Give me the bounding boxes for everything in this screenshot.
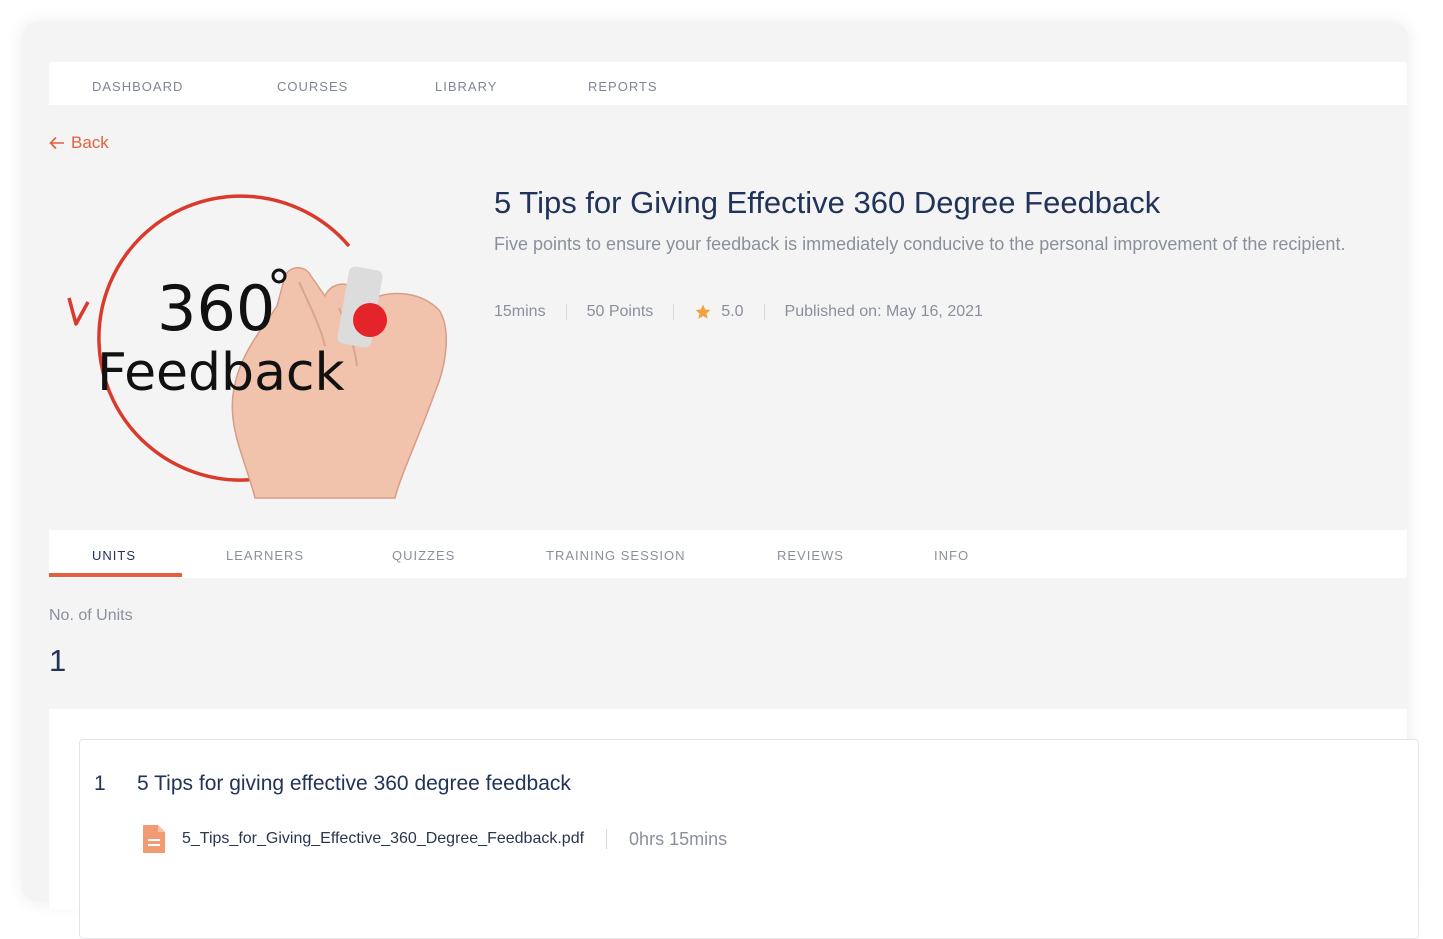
thumbnail-word: Feedback	[97, 343, 345, 403]
tab-training-session[interactable]: TRAINING SESSION	[546, 548, 686, 563]
course-description: Five points to ensure your feedback is i…	[494, 234, 1346, 254]
unit-file-row: 5_Tips_for_Giving_Effective_360_Degree_F…	[142, 824, 727, 854]
file-divider	[606, 829, 608, 849]
active-tab-indicator	[49, 573, 182, 577]
meta-divider	[565, 304, 567, 320]
meta-divider	[673, 304, 675, 320]
thumbnail-number: 360	[157, 272, 275, 345]
star-icon	[695, 304, 711, 319]
tab-info[interactable]: INFO	[934, 548, 969, 563]
nav-courses[interactable]: COURSES	[277, 79, 348, 94]
top-nav: DASHBOARD COURSES LIBRARY REPORTS	[49, 62, 1407, 105]
tab-units[interactable]: UNITS	[92, 548, 136, 563]
nav-reports[interactable]: REPORTS	[588, 79, 658, 94]
tab-learners[interactable]: LEARNERS	[226, 548, 304, 563]
course-rating: 5.0	[721, 303, 744, 320]
course-points: 50 Points	[586, 303, 654, 320]
unit-file-name[interactable]: 5_Tips_for_Giving_Effective_360_Degree_F…	[182, 830, 584, 848]
course-title: 5 Tips for Giving Effective 360 Degree F…	[494, 185, 1161, 220]
course-tabs: UNITS LEARNERS QUIZZES TRAINING SESSION …	[49, 530, 1407, 578]
pdf-file-icon	[143, 825, 165, 853]
course-thumbnail: 360 Feedback	[67, 194, 447, 499]
course-duration: 15mins	[494, 303, 546, 320]
back-label: Back	[71, 133, 109, 152]
back-link[interactable]: Back	[49, 133, 109, 153]
course-published: Published on: May 16, 2021	[784, 303, 983, 320]
course-meta: 15mins 50 Points 5.0 Published on: May 1…	[494, 303, 983, 321]
meta-divider	[763, 304, 765, 320]
unit-duration: 0hrs 15mins	[629, 828, 728, 849]
units-count-label: No. of Units	[49, 607, 133, 624]
back-arrow-icon	[49, 136, 64, 150]
tab-reviews[interactable]: REVIEWS	[777, 548, 844, 563]
unit-number: 1	[94, 772, 106, 795]
tab-quizzes[interactable]: QUIZZES	[392, 548, 455, 563]
unit-title[interactable]: 5 Tips for giving effective 360 degree f…	[137, 772, 571, 796]
units-count: 1	[49, 643, 67, 678]
nav-dashboard[interactable]: DASHBOARD	[92, 79, 183, 94]
nav-library[interactable]: LIBRARY	[435, 79, 497, 94]
